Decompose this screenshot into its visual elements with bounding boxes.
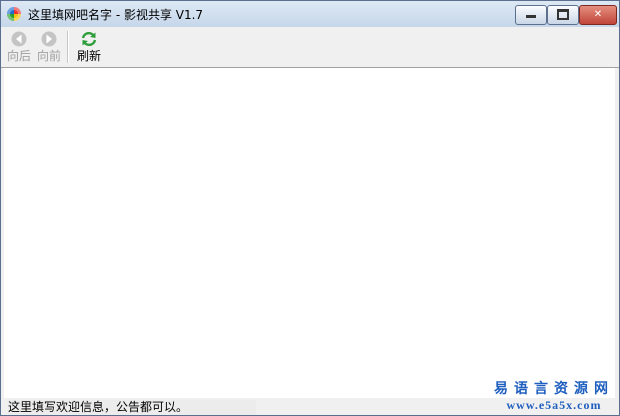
window-title: 这里填网吧名字 - 影视共享 V1.7 [28, 8, 204, 22]
watermark: 易语言资源网 www.e5a5x.com [494, 378, 614, 413]
back-button[interactable]: 向后 [6, 29, 32, 65]
toolbar: 向后 向前 刷新 [1, 27, 619, 68]
browser-content-area[interactable] [4, 68, 615, 398]
forward-button[interactable]: 向前 [36, 29, 62, 65]
minimize-icon [526, 15, 536, 18]
back-label: 向后 [6, 49, 31, 63]
toolbar-separator [67, 31, 69, 63]
refresh-label: 刷新 [76, 49, 101, 63]
arrow-right-icon [41, 31, 57, 47]
arrow-left-icon [11, 31, 27, 47]
close-icon: ✕ [593, 9, 603, 20]
maximize-icon [557, 9, 569, 20]
app-icon [7, 7, 21, 21]
watermark-name: 易语言资源网 [494, 382, 614, 397]
close-button[interactable]: ✕ [579, 5, 617, 25]
title-bar[interactable]: 这里填网吧名字 - 影视共享 V1.7 ✕ [1, 1, 619, 27]
refresh-icon [81, 31, 97, 47]
minimize-button[interactable] [515, 5, 547, 25]
forward-label: 向前 [36, 49, 61, 63]
watermark-url: www.e5a5x.com [506, 398, 602, 412]
app-window: 这里填网吧名字 - 影视共享 V1.7 ✕ 向后 向前 刷新 这里填写欢迎信息，… [0, 0, 620, 416]
status-text: 这里填写欢迎信息，公告都可以。 [8, 400, 256, 415]
maximize-button[interactable] [547, 5, 579, 25]
refresh-button[interactable]: 刷新 [76, 29, 102, 65]
